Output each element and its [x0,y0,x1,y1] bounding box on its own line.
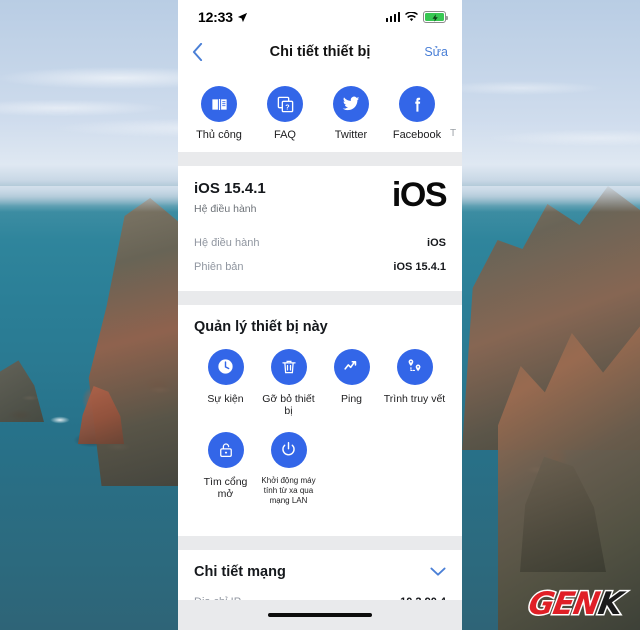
wifi-icon [405,12,418,22]
action-label: Sự kiện [207,392,244,405]
row-key: Hệ điều hành [194,236,260,249]
action-ping[interactable]: Ping [320,348,383,418]
os-info-card: iOS 15.4.1 Hệ điều hành iOS Hệ điều hành… [178,165,462,291]
back-button[interactable] [192,43,218,61]
os-header-text: iOS 15.4.1 Hệ điều hành [194,180,266,215]
table-row: Phiên bản iOS 15.4.1 [194,255,446,279]
action-label: Trình truy vết [383,392,446,405]
os-subtitle: Hệ điều hành [194,202,257,215]
action-remove-device[interactable]: Gỡ bỏ thiết bị [257,348,320,418]
table-row: Hệ điều hành iOS [194,231,446,255]
status-bar-left: 12:33 [198,9,248,25]
manage-device-card: Quản lý thiết bị này Sự kiện Gỡ bỏ thiết… [178,304,462,536]
home-indicator-area [178,600,462,630]
status-bar-right [385,11,448,23]
status-time: 12:33 [198,9,233,25]
unlock-padlock-icon [207,431,244,468]
shortcut-facebook[interactable]: Facebook [384,86,450,142]
facebook-f-icon [399,86,435,122]
shortcut-twitter[interactable]: Twitter [318,86,384,142]
row-key: Phiên bản [194,260,244,273]
cellular-signal-icon [385,12,400,22]
genk-watermark: GENK [525,585,627,624]
card-divider [178,290,462,305]
home-indicator[interactable] [268,613,372,617]
network-detail-rows: Địa chỉ IP 10.2.90.4 Địa chỉ Mac Không k… [194,590,446,600]
action-traceroute[interactable]: Trình truy vết [383,348,446,418]
shortcut-row[interactable]: Thủ công ? FAQ Twitter Facebook T [178,70,462,152]
card-divider [178,535,462,550]
clock-history-icon [207,348,244,385]
section-title: Chi tiết mạng [194,563,286,580]
shortcut-label: FAQ [273,129,296,141]
os-detail-rows: Hệ điều hành iOS Phiên bản iOS 15.4.1 [194,231,446,279]
action-label: Tìm cổng mở [203,475,248,501]
battery-charging-icon [423,11,448,23]
edit-button[interactable]: Sửa [424,45,448,59]
status-bar: 12:33 [178,0,462,34]
row-value: iOS 15.4.1 [393,260,446,273]
row-value: iOS [427,236,446,249]
twitter-bird-icon [333,86,369,122]
os-name: iOS 15.4.1 [194,179,266,197]
action-wake-on-lan[interactable]: Khởi động máy tính từ xa qua mạng LAN [257,431,320,506]
watermark-gen: GEN [525,585,604,624]
navigation-bar: Chi tiết thiết bị Sửa [178,34,462,70]
chevron-down-icon[interactable] [430,567,446,577]
shortcut-peek-next[interactable]: T [450,128,462,139]
svg-text:?: ? [285,103,289,111]
action-open-ports[interactable]: Tìm cổng mở [194,431,257,506]
faq-question-icon: ? [267,86,303,122]
shortcut-label: Facebook [392,129,442,141]
trending-up-icon [333,348,370,385]
section-title: Quản lý thiết bị này [194,318,328,335]
screen-scroll-body[interactable]: Thủ công ? FAQ Twitter Facebook T iOS 15… [178,70,462,600]
trash-icon [270,348,307,385]
ios-logo: iOS [391,175,448,214]
power-icon [270,431,307,468]
book-manual-icon [201,86,237,122]
shortcut-faq[interactable]: ? FAQ [252,86,318,142]
page-title: Chi tiết thiết bị [269,44,371,60]
network-details-card: Chi tiết mạng Địa chỉ IP 10.2.90.4 Địa c… [178,549,462,600]
action-label: Gỡ bỏ thiết bị [262,392,315,418]
shortcut-label: Thủ công [196,129,242,141]
action-label: Khởi động máy tính từ xa qua mạng LAN [261,475,316,505]
action-grid: Sự kiện Gỡ bỏ thiết bị Ping Trình truy v… [194,348,446,520]
action-label: Ping [340,392,362,405]
network-header[interactable]: Chi tiết mạng [194,564,446,580]
card-divider [178,151,462,166]
action-events[interactable]: Sự kiện [194,348,257,418]
shortcut-manual[interactable]: Thủ công [186,86,252,142]
os-header: iOS 15.4.1 Hệ điều hành iOS [194,175,448,215]
traceroute-pins-icon [396,348,433,385]
table-row: Địa chỉ IP 10.2.90.4 [194,590,446,600]
shortcut-label: Twitter [334,129,368,141]
shortcut-card: Thủ công ? FAQ Twitter Facebook T [178,70,462,152]
phone-screen: 12:33 Chi tiết thiết bị Sửa Thủ công ? F… [178,0,462,630]
location-arrow-icon [237,12,248,23]
